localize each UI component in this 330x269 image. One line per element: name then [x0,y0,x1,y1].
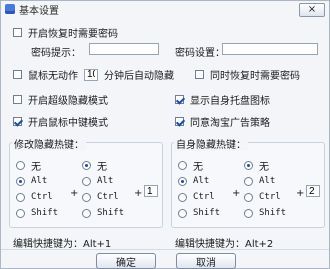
radio-shift-label: Shift [97,208,125,218]
radio-ctrl[interactable] [178,192,187,202]
hide-b-opt-shift[interactable]: Shift [82,205,124,221]
radio-ctrl-label: Ctrl [97,192,119,202]
idle-auto-hide-prefix: 鼠标无动作 [28,71,78,82]
hide-a-opt-none[interactable]: 无 [16,157,58,173]
radio-shift-label: Shift [259,208,287,218]
radio-ctrl[interactable] [16,192,25,202]
self-hide-hotkey-key-input[interactable] [306,185,320,197]
radio-alt[interactable] [16,176,25,186]
password-hint-row: 密码提示： [31,44,81,59]
plus-sign: + [134,188,143,199]
mouse-middle-mode-label: 开启鼠标中键模式 [28,118,108,129]
option-super-hide-mode[interactable]: 开启超级隐藏模式 [13,92,108,107]
radio-shift-label: Shift [193,208,221,218]
radio-none-label: 无 [97,161,107,173]
radio-none[interactable] [82,160,91,170]
radio-shift[interactable] [178,208,187,218]
hide-b-opt-none[interactable]: 无 [82,157,124,173]
self-b-opt-ctrl[interactable]: Ctrl [244,189,286,205]
radio-none[interactable] [16,160,25,170]
hide-a-opt-shift[interactable]: Shift [16,205,58,221]
radio-alt[interactable] [244,176,253,186]
hide-a-opt-alt[interactable]: Alt [16,173,58,189]
self-a-opt-none[interactable]: 无 [178,157,220,173]
super-hide-mode-checkbox[interactable] [13,95,22,104]
radio-shift[interactable] [82,208,91,218]
idle-auto-hide-checkbox[interactable] [13,70,22,79]
show-tray-icon-label: 显示自身托盘图标 [190,96,270,107]
bottom-separator [1,249,329,250]
option-mouse-middle-mode[interactable]: 开启鼠标中键模式 [13,114,108,129]
idle-auto-hide-suffix: 分钟后自动隐藏 [104,71,174,82]
close-button[interactable]: × [299,3,325,17]
self-b-opt-none[interactable]: 无 [244,157,286,173]
radio-ctrl-label: Ctrl [259,192,281,202]
resume-need-password-checkbox[interactable] [195,70,204,79]
self-b-opt-shift[interactable]: Shift [244,205,286,221]
self-hide-hotkey-group: 自身隐藏热键： 无 Alt Ctrl Shift + 无 Alt Ctrl Sh… [171,136,325,228]
show-tray-icon-checkbox[interactable] [175,95,184,104]
hide-hotkey-title: 修改隐藏热键： [12,136,86,151]
radio-alt-label: Alt [193,176,210,186]
self-hide-hotkey-summary: 编辑快捷键为：Alt+2 [175,239,274,250]
window-title: 基本设置 [19,5,59,17]
hide-b-opt-ctrl[interactable]: Ctrl [82,189,124,205]
self-b-opt-alt[interactable]: Alt [244,173,286,189]
taobao-ad-policy-label: 同意淘宝广告策略 [190,118,270,129]
option-resume-password[interactable]: 开启恢复时需要密码 [13,25,118,40]
hide-b-opt-alt[interactable]: Alt [82,173,124,189]
idle-minutes-input[interactable] [84,68,98,81]
cancel-button[interactable]: 取消 [176,253,236,269]
taobao-ad-policy-checkbox[interactable] [175,117,184,126]
self-hide-hotkey-title: 自身隐藏热键： [174,136,248,151]
radio-none[interactable] [244,160,253,170]
radio-alt-label: Alt [259,176,276,186]
radio-shift[interactable] [244,208,253,218]
radio-alt-label: Alt [31,176,48,186]
resume-password-checkbox[interactable] [13,28,22,37]
app-icon [5,4,15,14]
hide-a-opt-ctrl[interactable]: Ctrl [16,189,58,205]
radio-shift-label: Shift [31,208,59,218]
option-taobao-ad-policy[interactable]: 同意淘宝广告策略 [175,114,270,129]
resume-password-label: 开启恢复时需要密码 [28,29,118,40]
password-hint-input[interactable] [89,43,159,55]
radio-none-label: 无 [31,161,41,173]
radio-alt[interactable] [82,176,91,186]
password-set-row: 密码设置： [175,44,225,59]
radio-none[interactable] [178,160,187,170]
self-a-opt-alt[interactable]: Alt [178,173,220,189]
option-idle-auto-hide[interactable]: 鼠标无动作 分钟后自动隐藏 [13,67,174,82]
radio-shift[interactable] [16,208,25,218]
mouse-middle-mode-checkbox[interactable] [13,117,22,126]
radio-ctrl[interactable] [244,192,253,202]
radio-ctrl-label: Ctrl [31,192,53,202]
settings-window: 基本设置 × 开启恢复时需要密码 密码提示： 密码设置： 鼠标无动作 分钟后自动… [0,0,330,269]
hide-hotkey-summary: 编辑快捷键为：Alt+1 [13,239,112,250]
password-set-label: 密码设置： [175,48,225,59]
password-set-input[interactable] [222,43,318,55]
hide-hotkey-group: 修改隐藏热键： 无 Alt Ctrl Shift + 无 Alt Ctrl Sh… [9,136,163,228]
self-a-opt-ctrl[interactable]: Ctrl [178,189,220,205]
radio-ctrl[interactable] [82,192,91,202]
option-resume-need-password[interactable]: 同时恢复时需要密码 [195,67,300,82]
hide-hotkey-key-input[interactable] [144,185,158,197]
radio-none-label: 无 [259,161,269,173]
title-bar: 基本设置 [1,1,329,17]
self-a-opt-shift[interactable]: Shift [178,205,220,221]
resume-need-password-label: 同时恢复时需要密码 [210,71,300,82]
plus-sign: + [296,188,305,199]
radio-alt-label: Alt [97,176,114,186]
radio-none-label: 无 [193,161,203,173]
plus-sign: + [70,188,79,199]
plus-sign: + [232,188,241,199]
radio-ctrl-label: Ctrl [193,192,215,202]
ok-button[interactable]: 确定 [96,253,156,269]
password-hint-label: 密码提示： [31,48,81,59]
option-show-tray-icon[interactable]: 显示自身托盘图标 [175,92,270,107]
super-hide-mode-label: 开启超级隐藏模式 [28,96,108,107]
radio-alt[interactable] [178,176,187,186]
